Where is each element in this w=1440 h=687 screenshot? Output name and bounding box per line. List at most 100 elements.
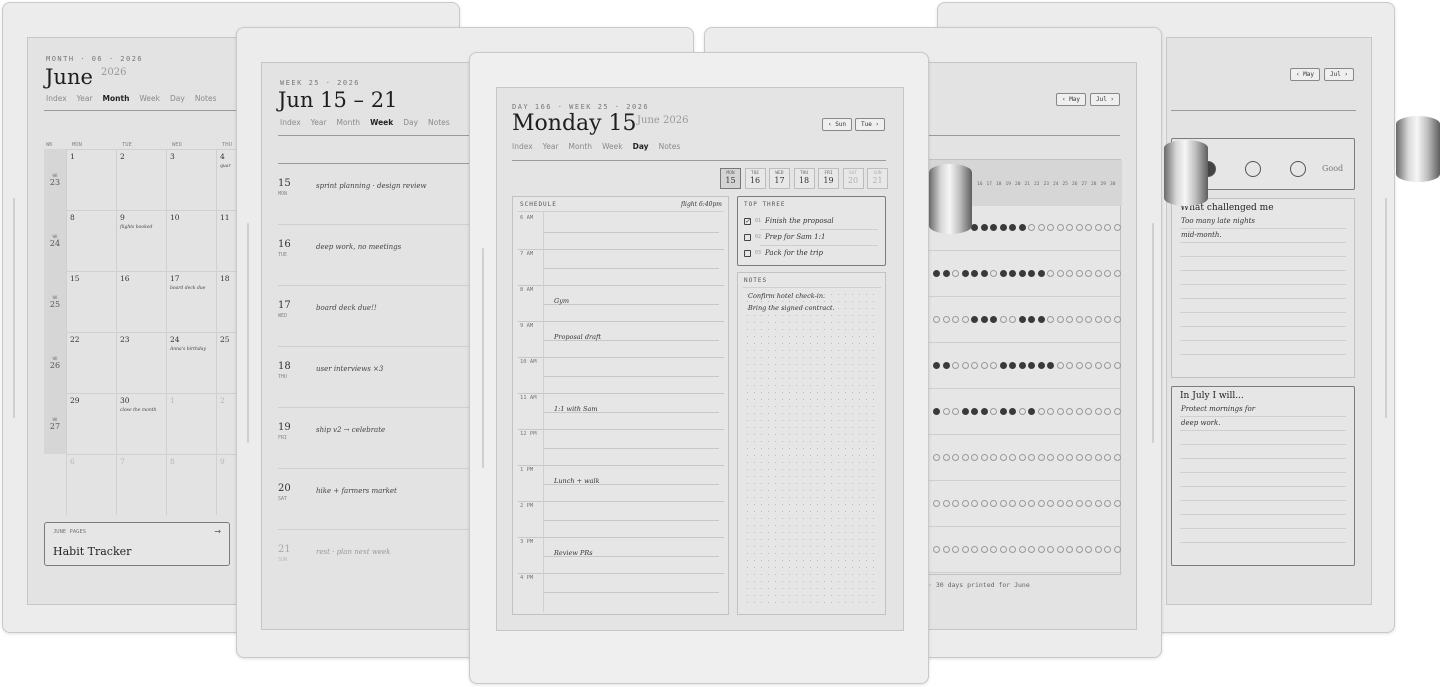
habit-empty-dot[interactable]	[990, 546, 997, 553]
calendar-day-cell[interactable]: 15	[66, 271, 116, 332]
day-strip-chip[interactable]: WED 17	[769, 168, 790, 189]
habit-done-dot[interactable]	[999, 408, 1007, 415]
habit-empty-dot[interactable]	[933, 454, 940, 461]
habit-done-dot[interactable]	[999, 270, 1007, 277]
habit-done-dot[interactable]	[980, 270, 988, 277]
habit-empty-dot[interactable]	[1028, 500, 1035, 507]
todo-item-1[interactable]: ✓ 01 Finish the proposal	[744, 217, 834, 225]
habit-done-dot[interactable]	[999, 224, 1007, 231]
june-pages-card[interactable]: JUNE PAGES → Habit Tracker	[44, 522, 230, 566]
nav-notes[interactable]: Notes	[659, 142, 681, 151]
schedule-event[interactable]: Review PRs	[554, 549, 593, 557]
calendar-day-cell[interactable]: 24 Anna's birthday	[166, 332, 216, 393]
schedule-event[interactable]: 1:1 with Sam	[554, 405, 598, 413]
nav-month[interactable]: Month	[569, 142, 593, 151]
habit-done-dot[interactable]	[933, 408, 940, 415]
habit-empty-dot[interactable]	[1066, 500, 1073, 507]
habit-empty-dot[interactable]	[1094, 362, 1102, 369]
day-strip-chip[interactable]: FRI 19	[818, 168, 839, 189]
habit-empty-dot[interactable]	[952, 546, 959, 553]
habit-empty-dot[interactable]	[1085, 454, 1092, 461]
habit-empty-dot[interactable]	[952, 454, 959, 461]
habit-empty-dot[interactable]	[1066, 408, 1073, 415]
habit-empty-dot[interactable]	[971, 546, 978, 553]
habit-empty-dot[interactable]	[1056, 362, 1064, 369]
habit-done-dot[interactable]	[999, 362, 1007, 369]
habit-empty-dot[interactable]	[1085, 224, 1092, 231]
habit-empty-dot[interactable]	[1037, 408, 1045, 415]
habit-empty-dot[interactable]	[1037, 454, 1045, 461]
habit-empty-dot[interactable]	[1009, 316, 1016, 323]
habit-empty-dot[interactable]	[1047, 270, 1054, 277]
calendar-day-cell[interactable]: 7	[116, 454, 166, 515]
habit-empty-dot[interactable]	[1075, 500, 1083, 507]
habit-empty-dot[interactable]	[961, 362, 969, 369]
habit-empty-dot[interactable]	[971, 454, 978, 461]
nav-notes[interactable]: Notes	[428, 118, 450, 127]
habit-empty-dot[interactable]	[1056, 500, 1064, 507]
page-flip-handle[interactable]	[1396, 116, 1440, 182]
habit-done-dot[interactable]	[971, 316, 978, 323]
nav-day[interactable]: Day	[170, 94, 185, 103]
habit-empty-dot[interactable]	[1075, 454, 1083, 461]
habit-done-dot[interactable]	[942, 270, 950, 277]
habit-done-dot[interactable]	[1009, 224, 1016, 231]
next-day-button[interactable]: Tue ›	[855, 118, 885, 131]
schedule-event[interactable]: Lunch + walk	[554, 477, 600, 485]
habit-done-dot[interactable]	[1009, 408, 1016, 415]
habit-done-dot[interactable]	[1018, 270, 1026, 277]
week-day-row[interactable]: 15 MON sprint planning · design review	[278, 164, 478, 225]
habit-empty-dot[interactable]	[942, 316, 950, 323]
prev-day-button[interactable]: ‹ Sun	[822, 118, 852, 131]
habit-empty-dot[interactable]	[1047, 546, 1054, 553]
habit-empty-dot[interactable]	[1018, 454, 1026, 461]
day-strip-chip[interactable]: TUE 16	[744, 168, 766, 189]
habit-empty-dot[interactable]	[1037, 224, 1045, 231]
habit-empty-dot[interactable]	[1047, 454, 1054, 461]
calendar-day-cell[interactable]: 10	[166, 210, 216, 271]
habit-empty-dot[interactable]	[1009, 500, 1016, 507]
habit-empty-dot[interactable]	[1075, 362, 1083, 369]
day-strip-chip[interactable]: SUN 21	[867, 168, 888, 189]
habit-empty-dot[interactable]	[1085, 316, 1092, 323]
habit-empty-dot[interactable]	[1028, 546, 1035, 553]
calendar-day-cell[interactable]: 8	[66, 210, 116, 271]
habit-done-dot[interactable]	[1028, 316, 1035, 323]
calendar-day-cell[interactable]: 17 board deck due	[166, 271, 216, 332]
habit-empty-dot[interactable]	[999, 454, 1007, 461]
habit-empty-dot[interactable]	[1047, 224, 1054, 231]
day-strip-chip[interactable]: THU 18	[793, 168, 815, 189]
habit-empty-dot[interactable]	[971, 500, 978, 507]
calendar-day-cell[interactable]: 1	[66, 149, 116, 210]
calendar-day-cell[interactable]: 23	[116, 332, 166, 393]
habit-empty-dot[interactable]	[1047, 316, 1054, 323]
habit-empty-dot[interactable]	[1094, 224, 1102, 231]
habit-empty-dot[interactable]	[1056, 316, 1064, 323]
habit-empty-dot[interactable]	[1094, 500, 1102, 507]
habit-empty-dot[interactable]	[990, 362, 997, 369]
week-day-row[interactable]: 17 WED board deck due!!	[278, 286, 478, 347]
habit-empty-dot[interactable]	[952, 500, 959, 507]
nav-week[interactable]: Week	[602, 142, 623, 151]
calendar-day-cell[interactable]: 1	[166, 393, 216, 454]
habit-tracker-link[interactable]: Habit Tracker	[53, 545, 131, 558]
habit-empty-dot[interactable]	[1104, 270, 1111, 277]
calendar-day-cell[interactable]: 8	[166, 454, 216, 515]
habit-done-dot[interactable]	[1009, 362, 1016, 369]
habit-done-dot[interactable]	[990, 316, 997, 323]
prev-month-button[interactable]: ‹ May	[1290, 68, 1320, 81]
calendar-day-cell[interactable]: 29	[66, 393, 116, 454]
checkbox-icon[interactable]	[744, 249, 751, 257]
habit-empty-dot[interactable]	[961, 546, 969, 553]
habit-empty-dot[interactable]	[1104, 500, 1111, 507]
habit-done-dot[interactable]	[1028, 408, 1035, 415]
todo-item-3[interactable]: 03 Pack for the trip	[744, 249, 823, 257]
schedule-event[interactable]: Gym	[554, 297, 569, 305]
nav-month[interactable]: Month	[103, 94, 130, 103]
todo-item-2[interactable]: 02 Prep for Sam 1:1	[744, 233, 825, 241]
habit-empty-dot[interactable]	[1037, 500, 1045, 507]
habit-empty-dot[interactable]	[1066, 316, 1073, 323]
habit-empty-dot[interactable]	[1066, 224, 1073, 231]
habit-empty-dot[interactable]	[1056, 408, 1064, 415]
habit-empty-dot[interactable]	[1094, 454, 1102, 461]
